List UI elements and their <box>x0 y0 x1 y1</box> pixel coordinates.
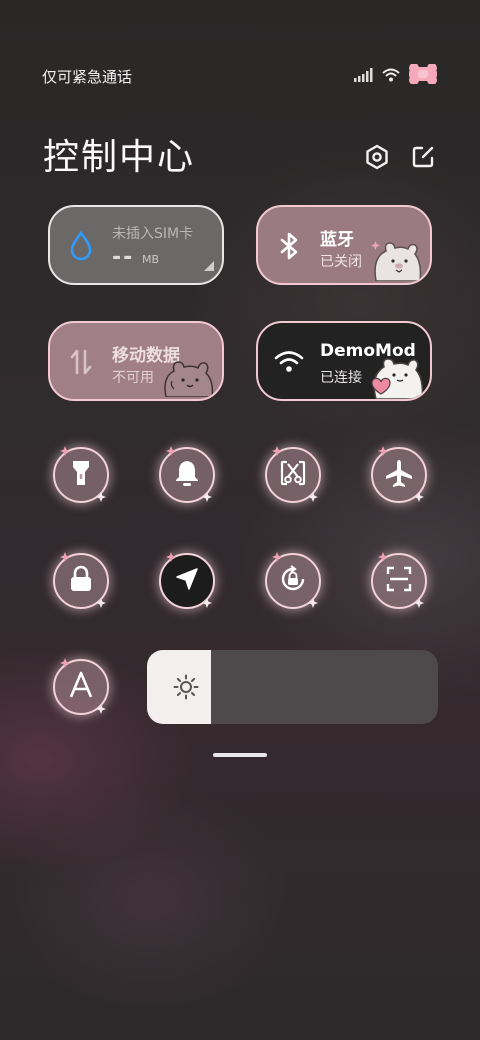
sparkle-icon <box>202 492 212 502</box>
battery-icon <box>408 63 438 88</box>
scissors-icon <box>279 459 307 491</box>
bluetooth-title: 蓝牙 <box>320 230 354 250</box>
settings-icon <box>364 144 390 174</box>
bell-icon <box>174 459 200 491</box>
wifi-status: 已连接 <box>320 370 362 386</box>
sparkle-icon <box>96 492 106 502</box>
bear-heart-sticker-icon <box>366 351 426 399</box>
sparkle-icon <box>272 446 282 456</box>
lock-icon <box>68 565 94 597</box>
drag-handle[interactable] <box>213 753 267 757</box>
brightness-slider[interactable] <box>147 650 438 724</box>
settings-button[interactable] <box>362 144 392 174</box>
sim-data-unit: MB <box>142 253 160 266</box>
sparkle-icon <box>371 235 380 254</box>
carrier-text: 仅可紧急通话 <box>42 68 133 86</box>
location-arrow-icon <box>174 566 200 596</box>
data-arrows-icon <box>66 347 96 377</box>
wifi-tile[interactable]: DemoMod 已连接 <box>256 321 432 401</box>
sparkle-icon <box>414 492 424 502</box>
sparkle-icon <box>166 552 176 562</box>
page-title: 控制中心 <box>43 137 196 178</box>
sparkle-icon <box>60 658 70 668</box>
bluetooth-status: 已关闭 <box>320 254 362 270</box>
letter-a-icon <box>67 670 95 704</box>
scan-icon <box>385 565 413 597</box>
sim-data-tile[interactable]: 未插入SIM卡 -- MB <box>48 205 224 285</box>
status-icons <box>354 63 438 88</box>
corner-mark-icon <box>204 256 214 275</box>
signal-icon <box>354 67 374 86</box>
sparkle-icon <box>308 492 318 502</box>
bear-sticker-icon <box>160 353 216 398</box>
sun-icon <box>173 674 199 700</box>
sparkle-icon <box>378 446 388 456</box>
wifi-icon <box>274 347 304 377</box>
sparkle-icon <box>202 598 212 608</box>
airplane-icon <box>384 458 414 492</box>
mobile-data-status: 不可用 <box>112 370 154 386</box>
edit-button[interactable] <box>408 144 438 174</box>
sim-data-value: -- <box>112 245 135 270</box>
rotation-lock-icon <box>278 564 308 598</box>
flashlight-icon <box>69 459 93 491</box>
bluetooth-icon <box>274 231 304 261</box>
sparkle-icon <box>96 704 106 714</box>
sparkle-icon <box>60 552 70 562</box>
mobile-data-tile[interactable]: 移动数据 不可用 <box>48 321 224 401</box>
sparkle-icon <box>378 552 388 562</box>
sparkle-icon <box>272 552 282 562</box>
wifi-icon <box>382 67 400 86</box>
edit-icon <box>410 144 436 174</box>
sparkle-icon <box>166 446 176 456</box>
sparkle-icon <box>96 598 106 608</box>
sparkle-icon <box>60 446 70 456</box>
bluetooth-tile[interactable]: 蓝牙 已关闭 <box>256 205 432 285</box>
water-drop-icon <box>66 230 96 261</box>
sparkle-icon <box>308 598 318 608</box>
status-bar: 仅可紧急通话 <box>0 60 480 92</box>
sim-tile-title: 未插入SIM卡 <box>112 226 194 242</box>
sparkle-icon <box>414 598 424 608</box>
